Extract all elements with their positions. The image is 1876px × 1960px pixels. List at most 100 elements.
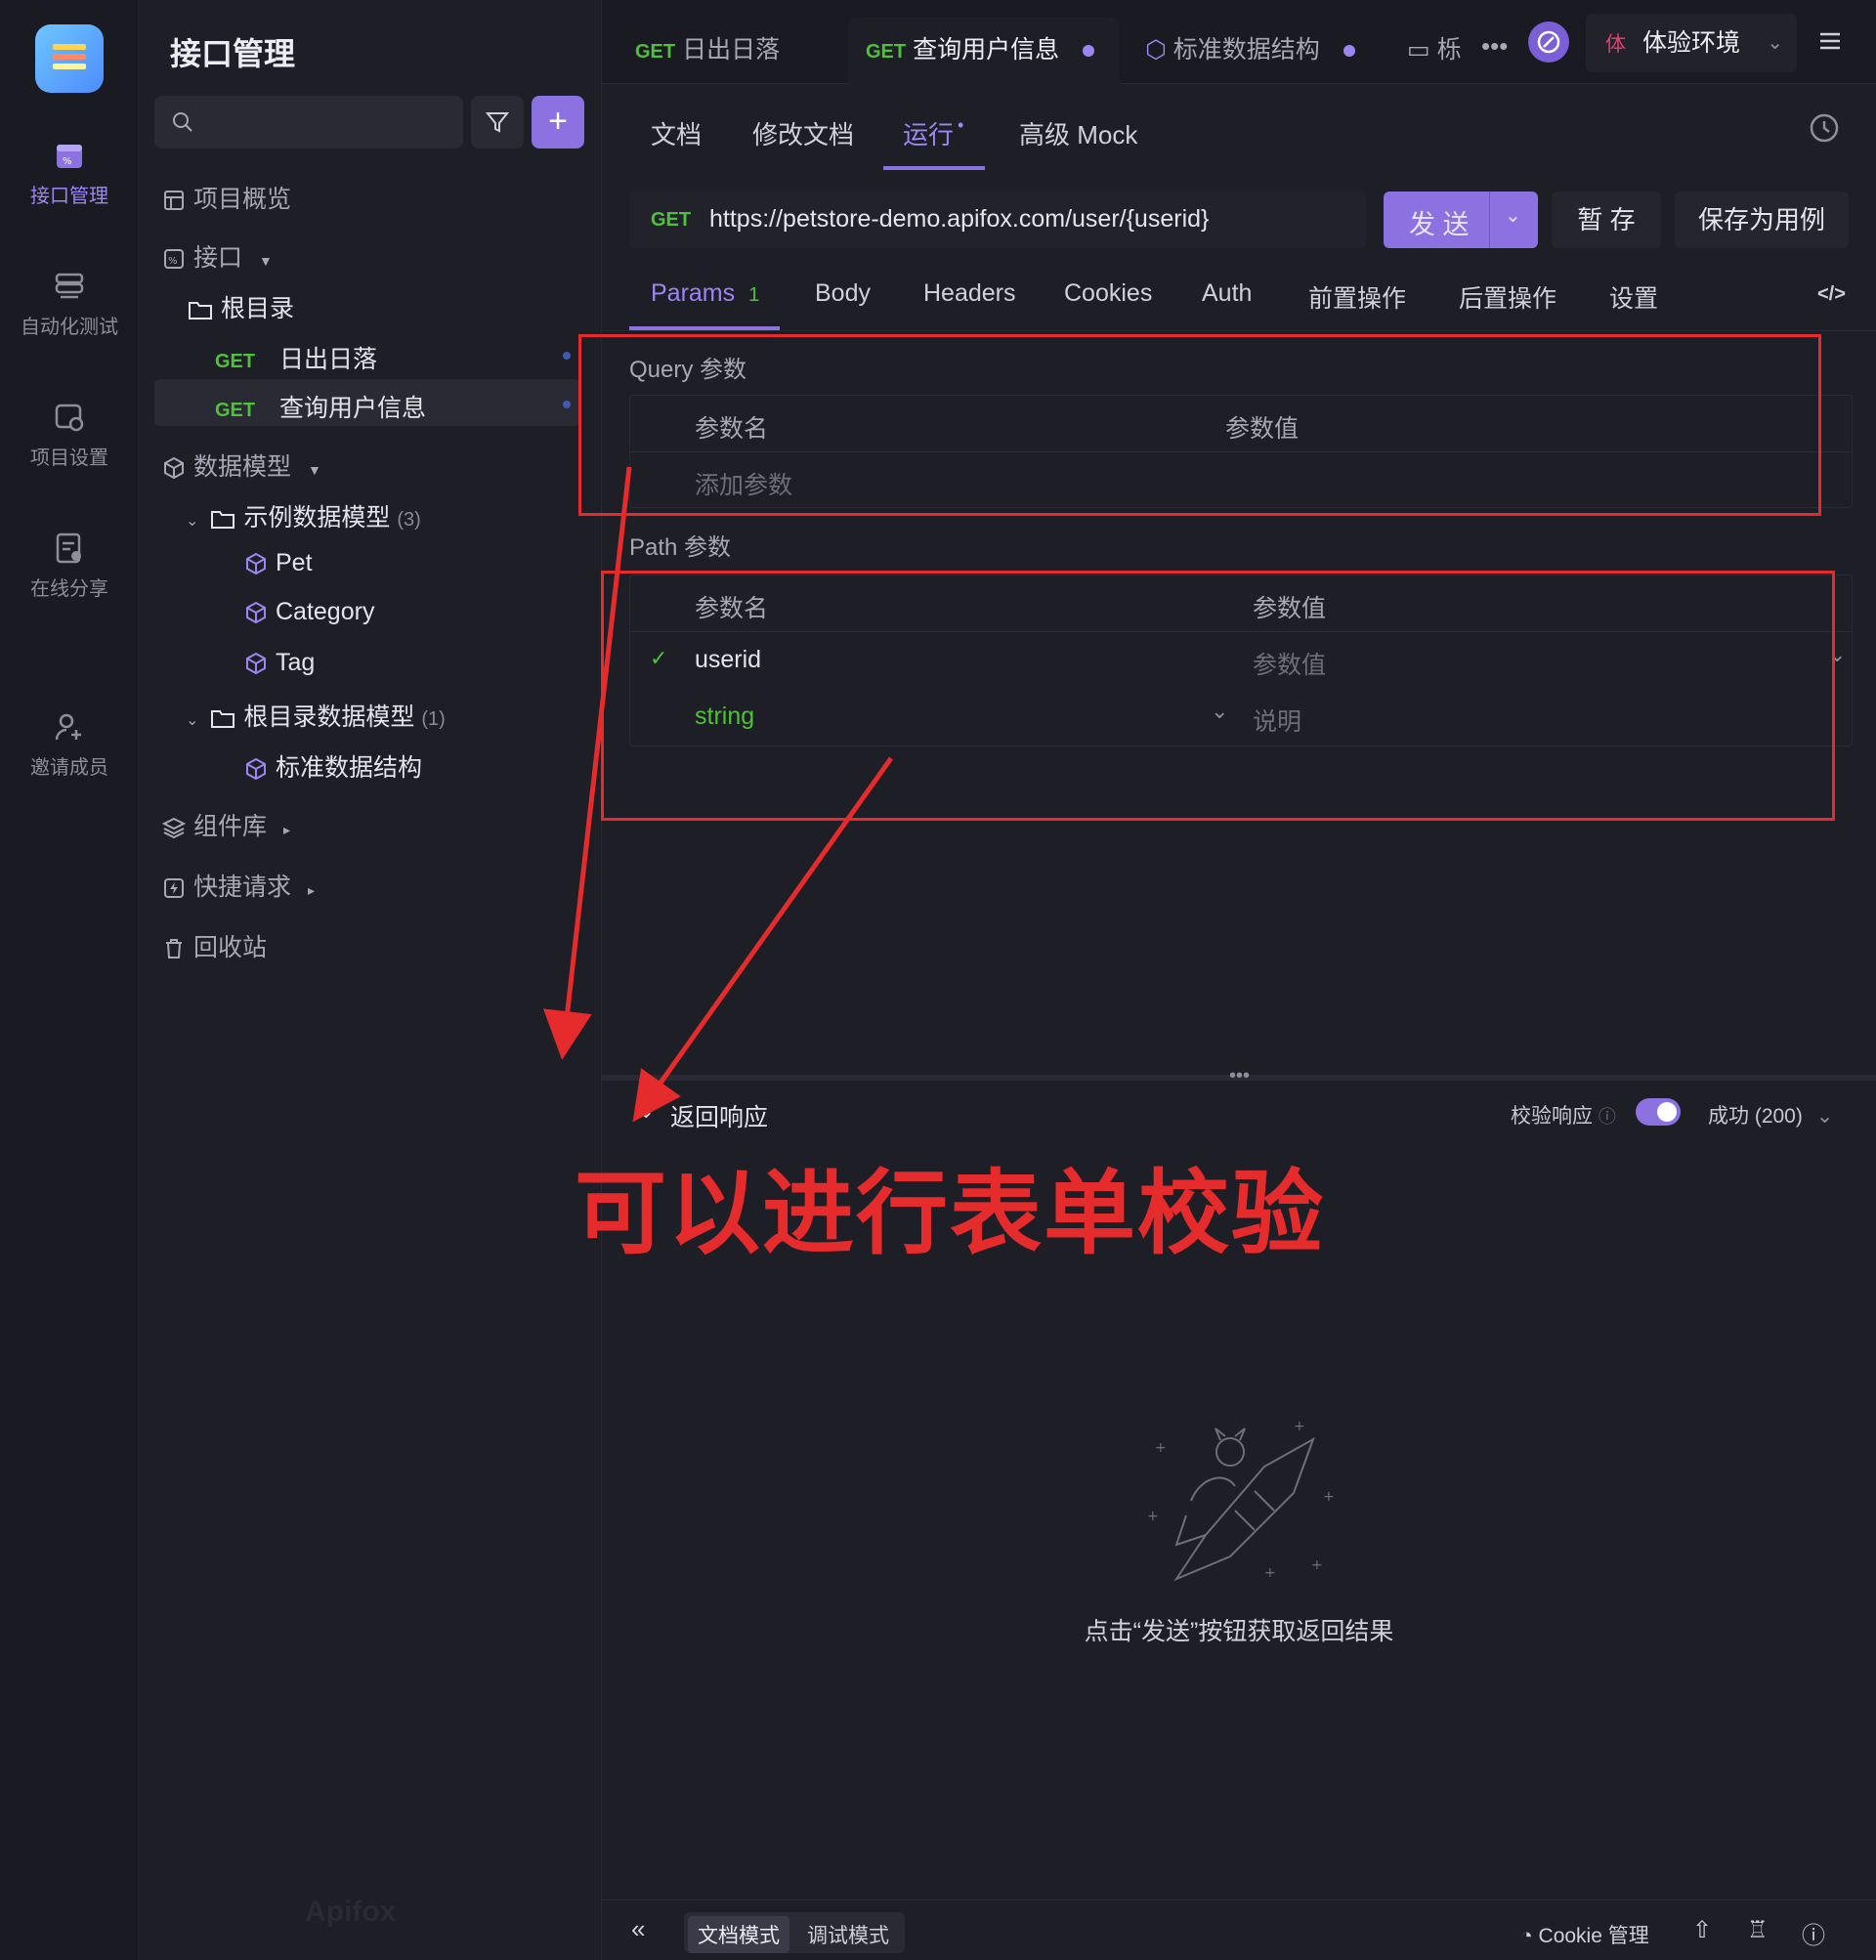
unsaved-dot: • [958,115,964,135]
verify-response-label: 校验响应 ⓘ [1511,1100,1616,1129]
tree-model[interactable]: 标准数据结构 [244,748,422,784]
add-button[interactable]: + [532,96,584,149]
save-temp-button[interactable]: 暂 存 [1552,192,1661,248]
tab-auth[interactable]: Auth [1202,279,1252,308]
subtab-advanced-mock[interactable]: 高级 Mock [1019,115,1137,151]
check-icon[interactable]: ✓ [650,646,667,671]
debug-mode-button[interactable]: 调试模式 [807,1920,889,1949]
subtab-label: 运行 [903,120,955,149]
sidebar: 接口管理 + 项目概览 % 接口 ▼ 根目录 GET 日出日落 GET 查询用户信息 … [139,0,602,1960]
tab-body[interactable]: Body [815,279,871,308]
toggle-knob [1657,1102,1677,1122]
cookie-manage-button[interactable]: ◔ Cookie 管理 [1520,1920,1649,1949]
help-icon[interactable]: ⓘ [1599,1107,1616,1127]
cube-icon [246,602,266,624]
param-desc-input[interactable]: 说明 [1253,703,1301,738]
cube-icon [246,553,266,575]
menu-icon[interactable] [1817,29,1843,53]
chevron-down-icon[interactable]: ⌄ [1211,699,1228,724]
subtab-doc[interactable]: 文档 [651,115,702,151]
col-value-header: 参数值 [1225,415,1300,443]
tab-cookies[interactable]: Cookies [1064,279,1152,308]
tab-query-user[interactable]: GET 查询用户信息 [848,18,1120,84]
svg-text:+: + [1155,1440,1167,1456]
rail-item-invite-member[interactable]: 邀请成员 [0,710,139,780]
tree-item-data-models[interactable]: 数据模型 ▼ [162,447,321,483]
send-button[interactable]: 发 送 ⌄ [1384,192,1538,248]
svg-text:+: + [1294,1419,1305,1434]
help-icon[interactable]: ⓘ [1802,1916,1825,1950]
url-input[interactable]: GET https://petstore-demo.apifox.com/use… [629,192,1366,248]
svg-text:+: + [1323,1489,1335,1505]
tree-item-root-dir[interactable]: 根目录 [188,289,294,324]
param-type-select[interactable]: string [695,703,754,731]
add-param-input[interactable]: 添加参数 [695,466,792,501]
query-params-table: 参数名 参数值 添加参数 [629,395,1853,508]
subtab-edit-doc[interactable]: 修改文档 [752,115,854,151]
tab-pre-processors[interactable]: 前置操作 [1308,279,1406,315]
tree-item-trash[interactable]: 回收站 [162,928,267,963]
search-icon [173,112,192,132]
sidebar-title: 接口管理 [170,36,296,71]
param-value-input[interactable]: 参数值 [1253,646,1326,681]
tree-item-components[interactable]: 组件库 ▸ [162,807,290,842]
chevron-down-icon[interactable]: ⌄ [637,1098,655,1124]
tree-endpoint[interactable]: GET 查询用户信息 [215,389,426,424]
upload-icon[interactable]: ⇧ [1692,1916,1712,1944]
tree-model[interactable]: Category [244,598,374,626]
verify-response-toggle[interactable] [1636,1098,1681,1126]
tree-model[interactable]: Tag [244,649,315,677]
folder-icon [189,302,212,320]
chevron-down-icon[interactable]: ⌄ [1505,203,1521,228]
subtab-run[interactable]: 运行 • [903,115,963,151]
svg-text:+: + [1264,1565,1276,1581]
code-icon[interactable]: </> [1817,283,1846,306]
app-logo-icon [35,24,104,93]
tab-label: 查询用户信息 [913,36,1060,64]
collapse-sidebar-icon[interactable]: « [631,1914,645,1944]
bottom-bar: « 文档模式 调试模式 ◔ Cookie 管理 ⇧ ♖ ⓘ [602,1899,1876,1960]
search-input[interactable] [154,96,463,149]
tab-post-processors[interactable]: 后置操作 [1459,279,1556,315]
response-status-select[interactable]: 成功 (200) ⌄ [1708,1100,1833,1129]
folder-icon [211,511,235,530]
tab-standard-structure[interactable]: ⬡ 标准数据结构 [1133,18,1358,84]
shirt-icon[interactable]: ♖ [1747,1916,1769,1944]
tree-endpoint[interactable]: GET 日出日落 [215,340,377,375]
tree-folder-root-models[interactable]: ⌄ 根目录数据模型 (1) [186,698,446,733]
tree-item-quick-requests[interactable]: 快捷请求 ▸ [162,868,315,903]
tab-params[interactable]: Params 1 [651,279,759,308]
tree-label: 项目概览 [193,186,292,213]
param-name[interactable]: userid [695,646,761,674]
mode-switch: 文档模式 调试模式 [684,1912,905,1953]
rail-item-automation-test[interactable]: 自动化测试 [0,270,139,339]
rail-item-api-management[interactable]: % 接口管理 [0,139,139,208]
query-params-title: Query 参数 [629,357,747,383]
tree-model[interactable]: Pet [244,549,313,577]
tab-folder[interactable]: ▭ 栎 [1407,18,1475,84]
tree-folder-example-models[interactable]: ⌄ 示例数据模型 (3) [186,498,421,533]
doc-mode-button[interactable]: 文档模式 [688,1916,789,1953]
save-as-case-button[interactable]: 保存为用例 [1675,192,1849,248]
sync-icon[interactable] [1528,21,1569,63]
chevron-down-icon[interactable]: ⌄ [1828,642,1846,667]
history-icon[interactable] [1808,111,1841,145]
environment-selector[interactable]: 体 体验环境 ⌄ [1586,14,1797,72]
table-header: 参数名 参数值 [630,396,1852,452]
filter-button[interactable] [471,96,524,149]
rail-item-online-share[interactable]: 在线分享 [0,532,139,601]
tree-item-overview[interactable]: 项目概览 [162,180,291,215]
rail-label: 项目设置 [30,447,108,469]
tab-settings[interactable]: 设置 [1609,279,1658,315]
more-tabs-icon[interactable]: ••• [1481,31,1508,62]
caret-down-icon: ▼ [258,253,273,269]
tab-sunrise[interactable]: GET 日出日落 [618,18,842,84]
tree-item-interfaces[interactable]: % 接口 ▼ [162,238,273,274]
rail-label: 自动化测试 [21,317,118,338]
drag-handle-icon[interactable]: ••• [1229,1065,1250,1087]
rail-label: 接口管理 [30,186,108,207]
rail-item-project-settings[interactable]: 项目设置 [0,401,139,470]
tab-headers[interactable]: Headers [923,279,1016,308]
tab-label: 栎 [1436,36,1462,64]
rail-label: 邀请成员 [30,757,108,779]
